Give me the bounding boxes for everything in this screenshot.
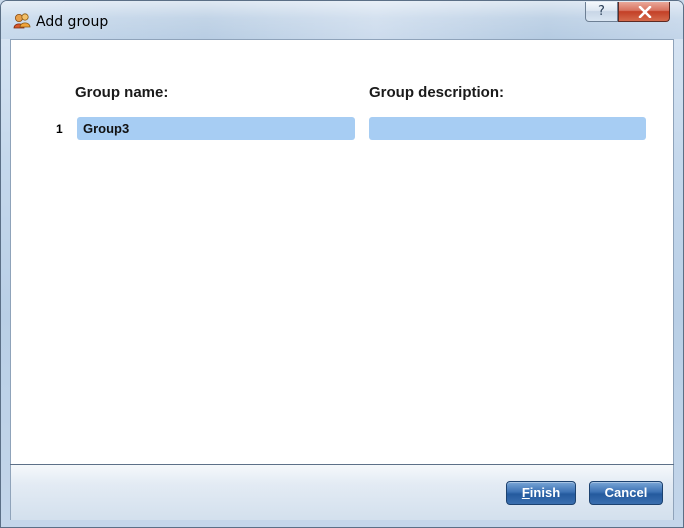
group-name-header: Group name: (75, 84, 169, 101)
help-button[interactable]: ? (585, 2, 618, 22)
window-title: Add group (36, 14, 109, 30)
title-bar[interactable]: Add group ? (1, 1, 683, 39)
group-description-header: Group description: (369, 84, 504, 101)
row-number: 1 (56, 122, 63, 136)
close-icon (638, 6, 652, 18)
group-add-icon (13, 12, 31, 30)
close-button[interactable] (618, 2, 670, 22)
dialog-window: Add group ? Group name: Group descriptio… (0, 0, 684, 528)
finish-button[interactable]: Finish (506, 481, 576, 505)
finish-label: inish (529, 485, 561, 500)
cancel-button[interactable]: Cancel (589, 481, 663, 505)
form-panel: Group name: Group description: 1 (10, 39, 674, 464)
group-name-input[interactable] (77, 117, 355, 140)
group-description-input[interactable] (369, 117, 646, 140)
finish-mnemonic: F (521, 485, 530, 500)
